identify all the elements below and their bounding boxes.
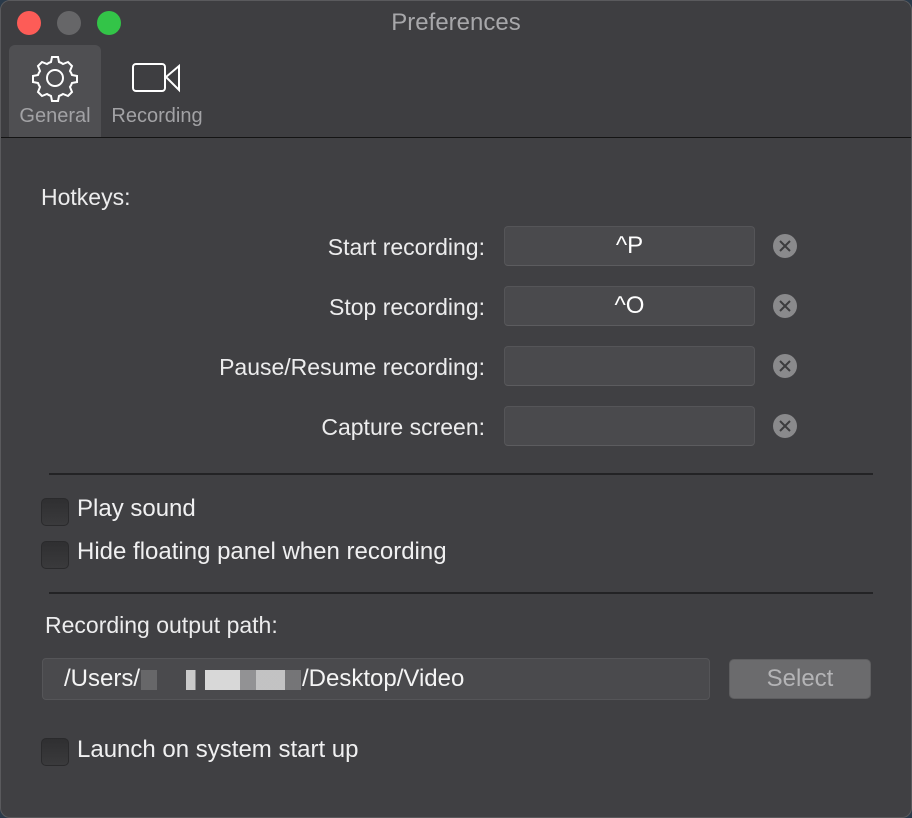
start-recording-hotkey-field[interactable]: ^P — [504, 226, 755, 266]
select-path-button[interactable]: Select — [729, 659, 871, 699]
gear-icon — [30, 53, 80, 109]
capture-screen-label: Capture screen: — [321, 414, 485, 440]
start-recording-label: Start recording: — [327, 234, 485, 260]
launch-on-startup-label[interactable]: Launch on system start up — [77, 736, 358, 764]
window-title: Preferences — [391, 9, 521, 36]
capture-screen-hotkey-field[interactable] — [504, 406, 755, 446]
video-camera-icon — [131, 53, 183, 109]
hide-floating-panel-label[interactable]: Hide floating panel when recording — [77, 538, 447, 566]
tab-general-label: General — [19, 105, 91, 127]
tab-recording-label: Recording — [111, 105, 203, 127]
clear-stop-hotkey-button[interactable] — [773, 294, 797, 318]
divider — [49, 592, 873, 594]
output-path-field[interactable]: /Users/ /Desktop/Video — [42, 658, 710, 700]
redacted-username — [141, 669, 302, 690]
tab-recording[interactable]: Recording — [105, 45, 209, 137]
output-path-label: Recording output path: — [45, 612, 278, 638]
stop-recording-label: Stop recording: — [329, 294, 485, 320]
hotkeys-heading: Hotkeys: — [41, 184, 131, 210]
play-sound-label[interactable]: Play sound — [77, 495, 196, 523]
pause-resume-hotkey-field[interactable] — [504, 346, 755, 386]
stop-recording-hotkey-field[interactable]: ^O — [504, 286, 755, 326]
path-prefix: /Users/ — [64, 665, 141, 692]
pause-resume-recording-label: Pause/Resume recording: — [219, 354, 485, 380]
tab-general[interactable]: General — [9, 45, 101, 137]
hide-floating-panel-checkbox[interactable] — [41, 541, 69, 569]
launch-on-startup-checkbox[interactable] — [41, 738, 69, 766]
divider — [49, 473, 873, 475]
title-bar: Preferences General Recording — [1, 1, 911, 138]
play-sound-checkbox[interactable] — [41, 498, 69, 526]
clear-circle-x-icon — [779, 360, 791, 372]
clear-circle-x-icon — [779, 420, 791, 432]
path-suffix: /Desktop/Video — [302, 665, 465, 692]
clear-capture-hotkey-button[interactable] — [773, 414, 797, 438]
clear-circle-x-icon — [779, 300, 791, 312]
clear-circle-x-icon — [779, 240, 791, 252]
clear-start-hotkey-button[interactable] — [773, 234, 797, 258]
preferences-window: Preferences General Recording Hotkeys: S… — [0, 0, 912, 818]
clear-pause-hotkey-button[interactable] — [773, 354, 797, 378]
general-pane: Hotkeys: Start recording: ^P Stop record… — [1, 138, 911, 817]
